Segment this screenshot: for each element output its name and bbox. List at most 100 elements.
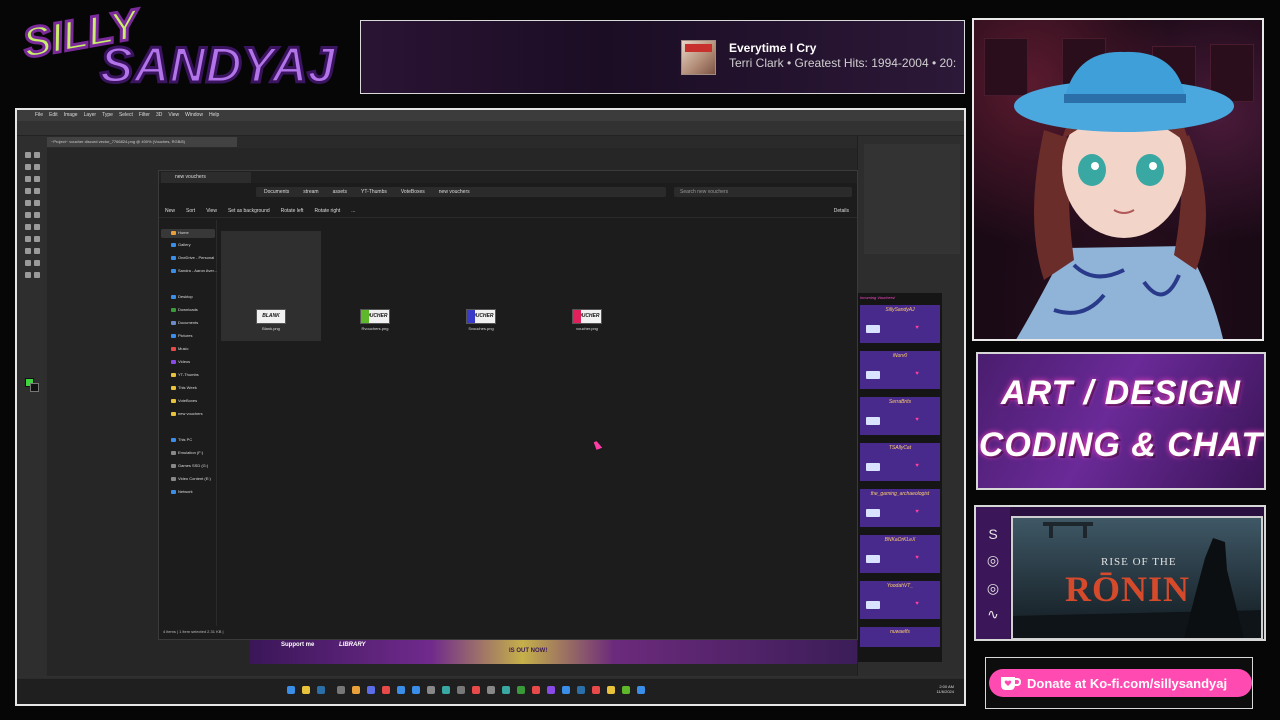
explorer-icon[interactable]	[302, 686, 310, 694]
nav-sandra[interactable]: Sandra - Aaron Aver...	[171, 267, 217, 275]
nav-this-pc[interactable]: This PC	[171, 436, 192, 444]
nav-video-content[interactable]: Video Content (E:)	[171, 475, 211, 483]
crumb-yt-thumbs[interactable]: YT-Thumbs	[361, 187, 387, 197]
nav-network[interactable]: Network	[171, 488, 193, 496]
stamp-tool-icon[interactable]	[25, 212, 31, 218]
menu-file[interactable]: File	[35, 110, 43, 121]
path-select-tool-icon[interactable]	[25, 260, 31, 266]
hand-tool-icon[interactable]	[25, 272, 31, 278]
view-button[interactable]: View	[206, 208, 217, 214]
crumb-assets[interactable]: assets	[333, 187, 347, 197]
menu-3d[interactable]: 3D	[156, 110, 162, 121]
artboard-tool-icon[interactable]	[34, 152, 40, 158]
file-item[interactable]: BLANK Blank.png	[241, 309, 301, 339]
app-icon[interactable]	[457, 686, 465, 694]
app-icon[interactable]	[562, 686, 570, 694]
app-icon[interactable]	[532, 686, 540, 694]
explorer-tab[interactable]: new vouchers	[161, 172, 251, 183]
nav-onedrive[interactable]: OneDrive - Personal	[171, 254, 214, 262]
app-icon[interactable]	[502, 686, 510, 694]
app-icon[interactable]	[592, 686, 600, 694]
type-tool-icon[interactable]	[34, 248, 40, 254]
nav-music[interactable]: Music	[171, 345, 188, 353]
discord-icon[interactable]	[367, 686, 375, 694]
sort-button[interactable]: Sort	[186, 208, 195, 214]
app-icon[interactable]	[427, 686, 435, 694]
crumb-new-vouchers[interactable]: new vouchers	[439, 187, 470, 197]
select-tool-icon[interactable]	[25, 176, 31, 182]
ps-document-tab[interactable]: ~Project~ voucher discord vector_7766824…	[47, 137, 237, 147]
background-color-swatch[interactable]	[30, 383, 39, 392]
nav-games-ssd[interactable]: Games SSD (G:)	[171, 462, 208, 470]
nav-videos[interactable]: Videos	[171, 358, 190, 366]
history-brush-tool-icon[interactable]	[34, 212, 40, 218]
app-icon[interactable]	[487, 686, 495, 694]
nav-yt-thumbs[interactable]: YT-Thumbs	[171, 371, 199, 379]
marquee-tool-icon[interactable]	[25, 164, 31, 170]
app-icon[interactable]	[412, 686, 420, 694]
app-icon[interactable]	[517, 686, 525, 694]
dodge-tool-icon[interactable]	[34, 236, 40, 242]
menu-window[interactable]: Window	[185, 110, 203, 121]
crumb-stream[interactable]: stream	[303, 187, 318, 197]
kofi-button[interactable]: Donate at Ko-fi.com/sillysandyaj	[989, 669, 1252, 697]
details-button[interactable]: Details	[834, 208, 849, 214]
steam-icon[interactable]	[442, 686, 450, 694]
app-icon[interactable]	[472, 686, 480, 694]
nav-emulation[interactable]: Emulation (F:)	[171, 449, 203, 457]
file-item[interactable]: VOUCHER Svouches.png	[451, 309, 511, 339]
nav-documents[interactable]: Documents	[171, 319, 198, 327]
frame-tool-icon[interactable]	[25, 188, 31, 194]
app-icon[interactable]	[622, 686, 630, 694]
menu-filter[interactable]: Filter	[139, 110, 150, 121]
menu-select[interactable]: Select	[119, 110, 133, 121]
app-icon[interactable]	[547, 686, 555, 694]
search-input[interactable]: Search new vouchers	[674, 187, 852, 197]
menu-view[interactable]: View	[168, 110, 179, 121]
nav-home[interactable]: Home	[171, 229, 189, 237]
nav-downloads[interactable]: Downloads	[171, 306, 198, 314]
chrome-icon[interactable]	[382, 686, 390, 694]
menu-help[interactable]: Help	[209, 110, 219, 121]
more-button[interactable]: ...	[351, 208, 355, 214]
rotate-left-button[interactable]: Rotate left	[281, 208, 304, 214]
nav-new-vouchers[interactable]: new vouchers	[171, 410, 203, 418]
rotate-right-button[interactable]: Rotate right	[314, 208, 340, 214]
app-icon[interactable]	[397, 686, 405, 694]
nav-pictures[interactable]: Pictures	[171, 332, 192, 340]
lasso-tool-icon[interactable]	[34, 164, 40, 170]
pen-tool-icon[interactable]	[25, 248, 31, 254]
menu-image[interactable]: Image	[64, 110, 78, 121]
app-icon[interactable]	[607, 686, 615, 694]
app-icon[interactable]	[352, 686, 360, 694]
eraser-tool-icon[interactable]	[25, 224, 31, 230]
new-button[interactable]: New	[165, 208, 175, 214]
app-icon[interactable]	[637, 686, 645, 694]
nav-this-week[interactable]: This Week	[171, 384, 197, 392]
crop-tool-icon[interactable]	[34, 176, 40, 182]
app-icon[interactable]	[577, 686, 585, 694]
menu-layer[interactable]: Layer	[84, 110, 97, 121]
address-bar[interactable]: Documents stream assets YT-Thumbs VoteBo…	[256, 187, 666, 197]
file-item[interactable]: VOUCHER Rvouchers.png	[345, 309, 405, 339]
start-icon[interactable]	[287, 686, 295, 694]
gradient-tool-icon[interactable]	[34, 224, 40, 230]
file-item[interactable]: VOUCHER voucher.png	[557, 309, 617, 339]
crumb-voteboxes[interactable]: VoteBoxes	[401, 187, 425, 197]
set-background-button[interactable]: Set as background	[228, 208, 270, 214]
menu-type[interactable]: Type	[102, 110, 113, 121]
menu-edit[interactable]: Edit	[49, 110, 58, 121]
nav-desktop[interactable]: Desktop	[171, 293, 193, 301]
move-tool-icon[interactable]	[25, 152, 31, 158]
shape-tool-icon[interactable]	[34, 260, 40, 266]
brush-tool-icon[interactable]	[34, 200, 40, 206]
blur-tool-icon[interactable]	[25, 236, 31, 242]
heal-tool-icon[interactable]	[25, 200, 31, 206]
photoshop-icon[interactable]	[317, 686, 325, 694]
taskbar-clock[interactable]: 2:00 AM 11/6/2024	[937, 684, 955, 694]
eyedropper-tool-icon[interactable]	[34, 188, 40, 194]
nav-voteboxes[interactable]: VoteBoxes	[171, 397, 197, 405]
app-icon[interactable]	[337, 686, 345, 694]
nav-gallery[interactable]: Gallery	[171, 241, 191, 249]
zoom-tool-icon[interactable]	[34, 272, 40, 278]
